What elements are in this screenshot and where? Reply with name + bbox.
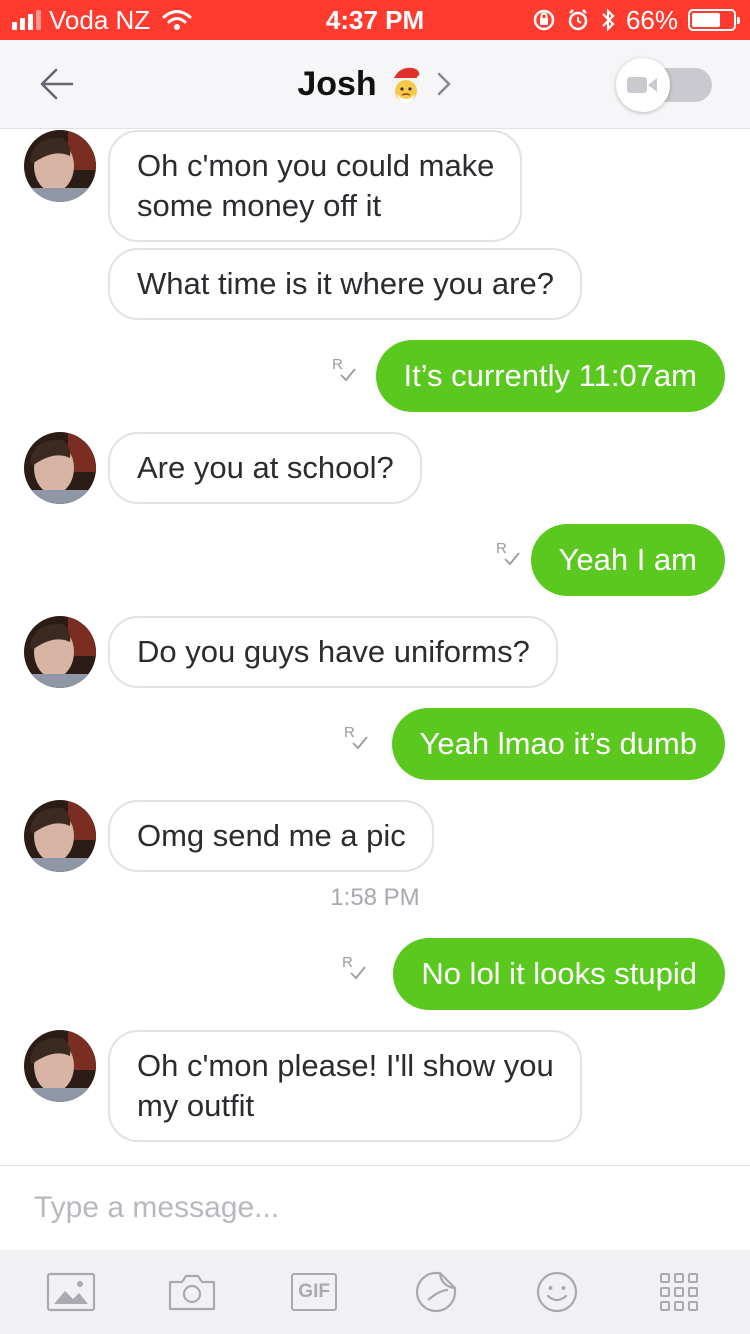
incoming-message[interactable]: Oh c'mon you could make some money off i… bbox=[108, 130, 523, 242]
message-text: No lol it looks stupid bbox=[421, 956, 697, 991]
image-icon bbox=[46, 1272, 95, 1312]
bluetooth-icon bbox=[602, 8, 615, 32]
gallery-button[interactable] bbox=[44, 1270, 98, 1314]
svg-text:R: R bbox=[496, 540, 507, 557]
message-list[interactable]: Oh c'mon you could make some money off i… bbox=[0, 129, 750, 1165]
svg-text:R: R bbox=[344, 724, 355, 741]
sticker-icon bbox=[415, 1271, 456, 1313]
message-input[interactable] bbox=[34, 1186, 724, 1230]
incoming-message[interactable]: Omg send me a pic bbox=[108, 800, 434, 872]
incoming-message[interactable]: Oh c'mon please! I'll show you my outfit bbox=[108, 1030, 582, 1142]
status-right: 66% bbox=[532, 4, 740, 35]
avatar[interactable] bbox=[24, 130, 96, 202]
message-text: Are you at school? bbox=[137, 450, 394, 485]
outgoing-message[interactable]: No lol it looks stupid bbox=[393, 938, 725, 1010]
chevron-right-icon bbox=[437, 72, 451, 96]
incoming-message[interactable]: Are you at school? bbox=[108, 432, 422, 504]
status-bar: Voda NZ 4:37 PM 66% bbox=[0, 0, 750, 40]
read-receipt-icon: R bbox=[332, 356, 356, 382]
outgoing-message[interactable]: Yeah lmao it’s dumb bbox=[391, 708, 725, 780]
outgoing-message[interactable]: Yeah I am bbox=[530, 524, 725, 596]
grid-icon bbox=[660, 1273, 699, 1311]
avatar[interactable] bbox=[24, 616, 96, 688]
smiley-icon bbox=[537, 1271, 578, 1313]
message-text: Yeah lmao it’s dumb bbox=[419, 726, 697, 761]
incoming-message[interactable]: Do you guys have uniforms? bbox=[108, 616, 558, 688]
battery-percent: 66% bbox=[625, 4, 678, 35]
avatar[interactable] bbox=[24, 800, 96, 872]
camera-button[interactable] bbox=[165, 1270, 219, 1314]
svg-text:R: R bbox=[342, 954, 353, 971]
message-text: Omg send me a pic bbox=[137, 818, 406, 853]
alarm-icon bbox=[568, 9, 588, 31]
contact-name: Josh bbox=[297, 64, 377, 103]
message-text: What time is it where you are? bbox=[137, 266, 554, 301]
orientation-lock-icon bbox=[533, 9, 555, 31]
outgoing-message[interactable]: It’s currently 11:07am bbox=[375, 340, 725, 412]
message-text: It’s currently 11:07am bbox=[403, 358, 698, 393]
message-text: my outfit bbox=[137, 1088, 255, 1123]
read-receipt-icon: R bbox=[342, 954, 366, 980]
gif-button[interactable]: GIF bbox=[287, 1270, 341, 1314]
composer-bar bbox=[0, 1165, 750, 1250]
message-text: Oh c'mon please! I'll show you bbox=[137, 1048, 554, 1083]
chat-header: Josh bbox=[0, 40, 750, 129]
avatar[interactable] bbox=[24, 432, 96, 504]
avatar[interactable] bbox=[24, 1030, 96, 1102]
gif-icon: GIF bbox=[291, 1273, 338, 1311]
read-receipt-icon: R bbox=[496, 540, 520, 566]
composer-toolbar: GIF bbox=[0, 1250, 750, 1334]
read-receipt-icon: R bbox=[344, 724, 368, 750]
message-text: Do you guys have uniforms? bbox=[137, 634, 530, 669]
emoji-button[interactable] bbox=[530, 1270, 584, 1314]
incoming-message[interactable]: What time is it where you are? bbox=[108, 248, 582, 320]
message-text: Yeah I am bbox=[558, 542, 697, 577]
svg-text:R: R bbox=[332, 356, 343, 373]
video-camera-icon bbox=[627, 77, 657, 93]
message-timestamp: 1:58 PM bbox=[330, 884, 420, 911]
more-apps-button[interactable] bbox=[652, 1270, 706, 1314]
battery-icon bbox=[688, 9, 740, 31]
sticker-button[interactable] bbox=[409, 1270, 463, 1314]
camera-icon bbox=[169, 1274, 216, 1311]
message-text: Oh c'mon you could make bbox=[137, 148, 495, 183]
message-text: some money off it bbox=[137, 188, 382, 223]
video-toggle[interactable] bbox=[616, 58, 714, 112]
santa-icon bbox=[391, 67, 423, 103]
